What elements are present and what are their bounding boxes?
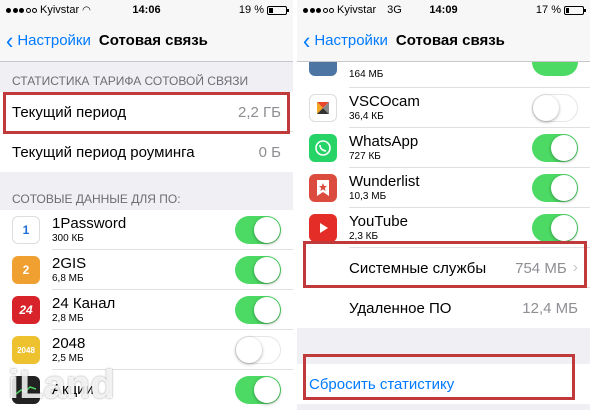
- app-size: 10,3 МБ: [349, 191, 387, 202]
- youtube-icon: [309, 214, 337, 242]
- cellular-toggle[interactable]: [532, 62, 578, 76]
- app-row-vscocam: VSCOcam 36,4 КБ: [297, 88, 590, 128]
- app-row-2gis: 2 2GIS 6,8 МБ: [0, 250, 293, 290]
- app-name: 24 Канал: [52, 295, 116, 312]
- back-button[interactable]: ‹ Настройки: [6, 26, 91, 54]
- back-button[interactable]: ‹ Настройки: [303, 26, 388, 54]
- current-period-value: 2,2 ГБ: [238, 103, 281, 121]
- app-size: 727 КБ: [349, 151, 381, 162]
- roaming-period-row: Текущий период роуминга 0 Б: [0, 132, 293, 172]
- battery-icon: [267, 5, 289, 15]
- current-period-label: Текущий период: [12, 103, 127, 121]
- back-label: Настройки: [17, 32, 91, 49]
- section-header-usage: СТАТИСТИКА ТАРИФА СОТОВОЙ СВЯЗИ: [12, 74, 249, 88]
- app-size: 164 МБ: [349, 69, 384, 80]
- 1password-icon: 1: [12, 216, 40, 244]
- app-info: 24 Канал 2,8 МБ: [52, 295, 115, 325]
- app-name: 2048: [52, 335, 86, 352]
- section-header-apps: СОТОВЫЕ ДАННЫЕ ДЛЯ ПО:: [12, 192, 181, 206]
- roaming-period-value: 0 Б: [258, 143, 281, 161]
- app-row-youtube: YouTube 2,3 КБ: [297, 208, 590, 248]
- toggle-knob: [254, 377, 280, 403]
- left-screen: Kyivstar ◠ 14:06 19 % ‹ Настройки Сотова…: [0, 0, 293, 410]
- app-row-vk: 164 МБ: [297, 62, 590, 88]
- app-info: 2GIS 6,8 МБ: [52, 255, 86, 285]
- nav-bar: ‹ Настройки Сотовая связь: [297, 20, 590, 62]
- app-name: YouTube: [349, 213, 408, 230]
- vscocam-icon: [309, 94, 337, 122]
- app-info: WhatsApp 727 КБ: [349, 133, 418, 163]
- system-services-label: Системные службы: [349, 259, 487, 277]
- wunderlist-icon: [309, 174, 337, 202]
- 2gis-icon: 2: [12, 256, 40, 284]
- roaming-period-label: Текущий период роуминга: [12, 143, 195, 161]
- cellular-toggle[interactable]: [532, 94, 578, 122]
- whatsapp-icon: [309, 134, 337, 162]
- cellular-toggle[interactable]: [235, 296, 281, 324]
- app-name: WhatsApp: [349, 133, 419, 150]
- status-bar: Kyivstar ◠ 14:06 19 %: [0, 0, 293, 20]
- toggle-knob: [533, 95, 559, 121]
- uninstalled-apps-label: Удаленное ПО: [349, 299, 452, 317]
- status-bar: Kyivstar 3G 14:09 17 %: [297, 0, 590, 20]
- app-info: YouTube 2,3 КБ: [349, 213, 408, 243]
- chevron-left-icon: ‹: [6, 26, 14, 54]
- app-name: 2GIS: [52, 255, 87, 272]
- battery-status: 17 %: [535, 4, 586, 16]
- 2048-icon: 2048: [12, 336, 40, 364]
- app-info: 2048 2,5 МБ: [52, 335, 85, 365]
- cellular-toggle[interactable]: [532, 134, 578, 162]
- system-services-value: 754 МБ: [515, 259, 567, 277]
- app-size: 36,4 КБ: [349, 111, 384, 122]
- current-period-row: Текущий период 2,2 ГБ: [0, 92, 293, 132]
- toggle-knob: [551, 175, 577, 201]
- app-row-wunderlist: Wunderlist 10,3 МБ: [297, 168, 590, 208]
- page-title: Сотовая связь: [395, 32, 505, 49]
- battery-percent: 17 %: [535, 4, 561, 16]
- app-size: 2,3 КБ: [349, 231, 379, 242]
- right-screen: Kyivstar 3G 14:09 17 % ‹ Настройки Сотов…: [297, 0, 590, 410]
- uninstalled-apps-value: 12,4 МБ: [522, 299, 578, 317]
- toggle-knob: [254, 217, 280, 243]
- toggle-knob: [254, 257, 280, 283]
- toggle-knob: [236, 337, 262, 363]
- reset-statistics-button[interactable]: Сбросить статистику: [297, 364, 590, 404]
- app-name: 1Password: [52, 215, 127, 232]
- battery-percent: 19 %: [238, 4, 264, 16]
- toggle-knob: [551, 135, 577, 161]
- cellular-toggle[interactable]: [235, 256, 281, 284]
- vk-icon: [309, 62, 337, 76]
- system-services-row[interactable]: Системные службы 754 МБ ›: [297, 248, 590, 288]
- toggle-knob: [551, 215, 577, 241]
- battery-icon: [564, 5, 586, 15]
- app-size: 6,8 МБ: [52, 273, 84, 284]
- page-title: Сотовая связь: [98, 32, 208, 49]
- app-info: 164 МБ: [349, 69, 383, 81]
- app-name: Wunderlist: [349, 173, 420, 190]
- cellular-toggle[interactable]: [235, 216, 281, 244]
- battery-status: 19 %: [238, 4, 289, 16]
- cellular-toggle[interactable]: [235, 376, 281, 404]
- uninstalled-apps-row: Удаленное ПО 12,4 МБ: [297, 288, 590, 328]
- app-row-whatsapp: WhatsApp 727 КБ: [297, 128, 590, 168]
- app-row-1password: 1 1Password 300 КБ: [0, 210, 293, 250]
- toggle-knob: [254, 297, 280, 323]
- app-info: Wunderlist 10,3 МБ: [349, 173, 420, 203]
- cellular-toggle[interactable]: [532, 214, 578, 242]
- chevron-left-icon: ‹: [303, 26, 311, 54]
- chevron-right-icon: ›: [572, 259, 578, 276]
- app-name: VSCOcam: [349, 93, 420, 110]
- cellular-toggle[interactable]: [235, 336, 281, 364]
- cellular-toggle[interactable]: [532, 174, 578, 202]
- app-row-24-kanal: 24 24 Канал 2,8 МБ: [0, 290, 293, 330]
- nav-bar: ‹ Настройки Сотовая связь: [0, 20, 293, 62]
- app-info: VSCOcam 36,4 КБ: [349, 93, 420, 123]
- back-label: Настройки: [314, 32, 388, 49]
- app-info: 1Password 300 КБ: [52, 215, 126, 245]
- 24-kanal-icon: 24: [12, 296, 40, 324]
- watermark-logo: iLand: [8, 363, 115, 407]
- app-size: 300 КБ: [52, 233, 84, 244]
- app-size: 2,8 МБ: [52, 313, 84, 324]
